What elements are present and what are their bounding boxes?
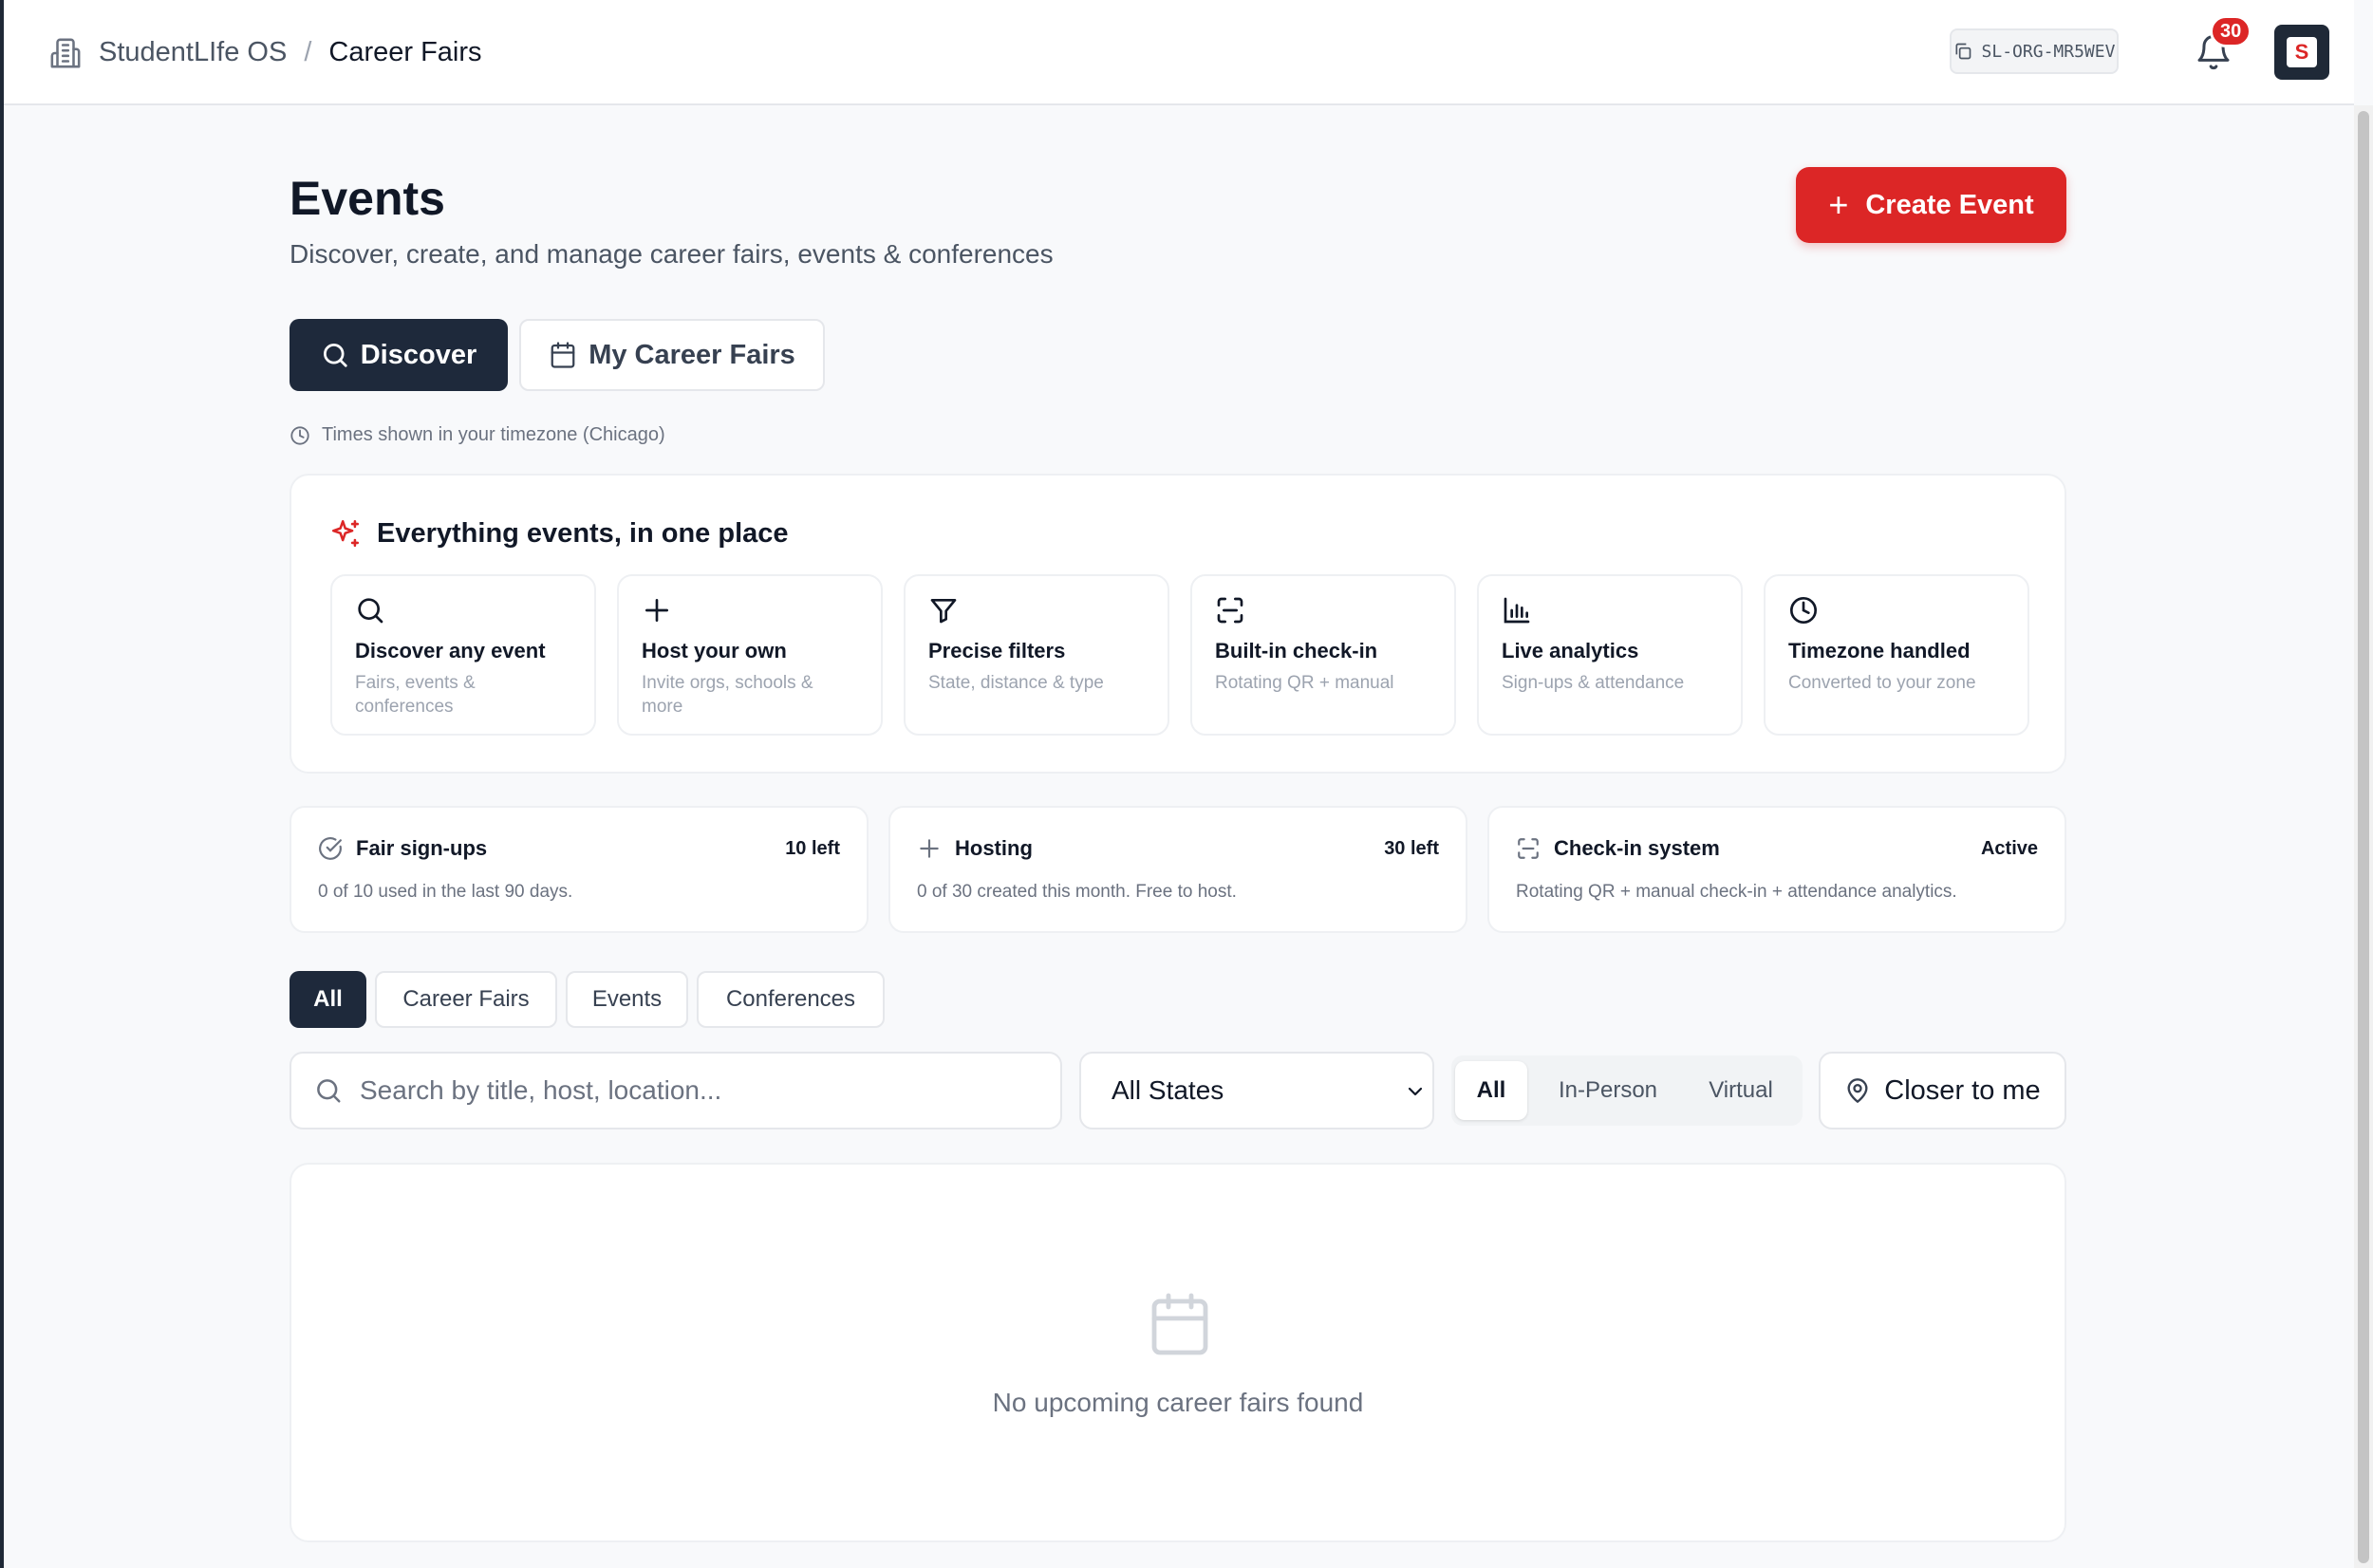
search-box[interactable] (290, 1052, 1062, 1129)
features-heading-text: Everything events, in one place (377, 517, 789, 549)
feature-description: Rotating QR + manual (1215, 673, 1394, 693)
stat-card-hosting: Hosting 30 left 0 of 30 created this mon… (888, 806, 1467, 933)
scan-icon (1217, 597, 1243, 624)
feature-title: Live analytics (1502, 639, 1639, 663)
create-event-label: Create Event (1865, 189, 2034, 220)
category-tab-all[interactable]: All (290, 971, 366, 1028)
bar-chart-icon (1504, 597, 1530, 624)
feature-card-check-in: Built-in check-in Rotating QR + manual (1190, 574, 1456, 736)
feature-card-timezone: Timezone handled Converted to your zone (1764, 574, 2029, 736)
feature-card-discover: Discover any event Fairs, events & confe… (330, 574, 596, 736)
avatar[interactable]: S (2274, 25, 2329, 80)
org-code-chip[interactable]: SL-ORG-MR5WEV (1950, 28, 2119, 74)
stat-value: 10 left (785, 838, 840, 859)
feature-title: Discover any event (355, 639, 546, 663)
features-heading: Everything events, in one place (329, 517, 789, 550)
stat-title-text: Check-in system (1554, 836, 1720, 860)
stat-value: Active (1980, 838, 2038, 859)
feature-description: Sign-ups & attendance (1502, 673, 1685, 693)
calendar-icon (1151, 1293, 1208, 1355)
search-input[interactable] (360, 1075, 1024, 1106)
feature-description: Converted to your zone (1788, 673, 1976, 693)
timezone-note: Times shown in your timezone (Chicago) (290, 424, 665, 446)
copy-icon (1955, 43, 1971, 60)
tab-discover[interactable]: Discover (290, 319, 508, 391)
search-icon (358, 598, 383, 624)
scrollbar[interactable] (2354, 105, 2373, 1568)
tab-my-career-fairs[interactable]: My Career Fairs (519, 319, 825, 391)
timezone-note-text: Times shown in your timezone (Chicago) (322, 424, 665, 445)
plus-icon (645, 599, 668, 622)
state-select[interactable]: All States (1079, 1052, 1434, 1129)
tab-discover-label: Discover (360, 339, 477, 370)
search-icon (317, 1079, 341, 1103)
page-subtitle: Discover, create, and manage career fair… (290, 239, 1054, 269)
feature-description: Invite orgs, schools & more (642, 673, 813, 717)
feature-description: State, distance & type (928, 673, 1104, 693)
stat-card-fair-signups: Fair sign-ups 10 left 0 of 10 used in th… (290, 806, 869, 933)
org-code-text: SL-ORG-MR5WEV (1981, 41, 2116, 62)
stat-description: Rotating QR + manual check-in + attendan… (1516, 882, 1957, 902)
stat-description: 0 of 10 used in the last 90 days. (318, 882, 573, 902)
stat-description: 0 of 30 created this month. Free to host… (917, 882, 1237, 902)
clock-icon (290, 425, 309, 445)
building-icon (50, 38, 81, 67)
feature-card-analytics: Live analytics Sign-ups & attendance (1477, 574, 1743, 736)
clock-icon (1790, 597, 1817, 624)
attendance-mode-toggle: All In-Person Virtual (1451, 1055, 1803, 1126)
category-tab-conferences[interactable]: Conferences (697, 971, 885, 1028)
feature-title: Precise filters (928, 639, 1066, 663)
filter-icon (930, 599, 957, 624)
mode-option-in-person[interactable]: In-Person (1537, 1061, 1679, 1120)
create-event-button[interactable]: + Create Event (1796, 167, 2066, 243)
mode-option-all[interactable]: All (1455, 1061, 1527, 1120)
breadcrumb-app-name[interactable]: StudentLIfe OS (99, 37, 287, 68)
notification-count-badge: 30 (2210, 15, 2252, 47)
mode-option-virtual[interactable]: Virtual (1685, 1061, 1797, 1120)
top-bar: StudentLIfe OS / Career Fairs SL-ORG-MR5… (4, 0, 2354, 105)
check-circle-icon (319, 837, 342, 860)
closer-to-me-button[interactable]: Closer to me (1819, 1052, 2066, 1129)
stat-title: Hosting (917, 836, 1033, 861)
feature-title: Host your own (642, 639, 787, 663)
plus-icon (920, 839, 939, 858)
stat-value: 30 left (1384, 838, 1439, 859)
scrollbar-thumb[interactable] (2358, 111, 2369, 1563)
breadcrumb-current-page: Career Fairs (328, 37, 482, 67)
closer-to-me-label: Closer to me (1884, 1074, 2041, 1106)
category-tab-career-fairs[interactable]: Career Fairs (375, 971, 557, 1028)
feature-title: Timezone handled (1788, 639, 1971, 663)
avatar-logo: S (2287, 37, 2317, 67)
empty-state-message: No upcoming career fairs found (992, 1388, 1364, 1417)
map-pin-icon (1847, 1078, 1868, 1103)
stat-title: Check-in system (1516, 836, 1720, 861)
features-panel: Everything events, in one place Discover… (290, 474, 2066, 774)
stat-card-check-in-system: Check-in system Active Rotating QR + man… (1487, 806, 2066, 933)
calendar-icon (551, 342, 575, 368)
tab-my-career-fairs-label: My Career Fairs (589, 339, 795, 370)
feature-description: Fairs, events & conferences (355, 673, 476, 717)
category-tab-events[interactable]: Events (566, 971, 688, 1028)
feature-card-filters: Precise filters State, distance & type (904, 574, 1169, 736)
feature-title: Built-in check-in (1215, 639, 1378, 663)
breadcrumb: StudentLIfe OS / Career Fairs (49, 0, 482, 105)
results-panel: No upcoming career fairs found (290, 1163, 2066, 1542)
plus-icon: + (1828, 185, 1849, 224)
scan-icon (1518, 838, 1539, 859)
feature-card-host: Host your own Invite orgs, schools & mor… (617, 574, 883, 736)
window-left-edge (0, 0, 4, 1568)
chevron-down-icon (1408, 1087, 1423, 1096)
stat-title-text: Fair sign-ups (356, 836, 488, 860)
page-title: Events (290, 172, 445, 225)
sparkles-icon (331, 519, 360, 548)
stat-title-text: Hosting (955, 836, 1033, 860)
state-select-value: All States (1112, 1075, 1224, 1105)
breadcrumb-separator: / (304, 37, 312, 67)
search-icon (323, 344, 347, 367)
stat-title: Fair sign-ups (318, 836, 487, 861)
